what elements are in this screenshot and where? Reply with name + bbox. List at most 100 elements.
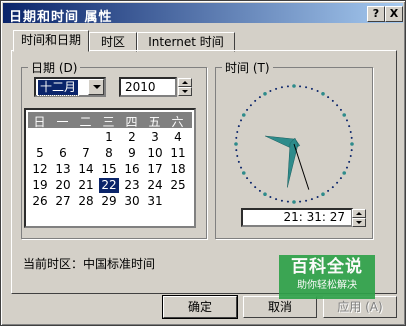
chevron-down-icon[interactable]	[88, 79, 104, 95]
calendar-day[interactable]: 8	[99, 146, 119, 161]
calendar-day[interactable]: 25	[168, 178, 188, 193]
date-time-dialog: 日期和时间 属性 ? X 时间和日期 时区 Internet 时间 日期 (D)…	[0, 0, 406, 326]
minute-mark	[339, 108, 342, 111]
minute-mark	[305, 199, 308, 202]
calendar: 日 一 二 三 四 五 六 1 2 3 4 5 6 7 8 9 10 11 12 13 14 15 16 17 1…	[24, 108, 196, 228]
calendar-day[interactable]: 2	[122, 130, 142, 145]
calendar-day[interactable]: 15	[99, 162, 119, 177]
calendar-day[interactable]: 24	[145, 178, 165, 193]
tab-timezone[interactable]: 时区	[89, 32, 137, 52]
weekday-label: 一	[56, 115, 69, 129]
minute-mark	[275, 198, 278, 201]
minute-mark	[254, 186, 257, 189]
year-spinner[interactable]	[178, 78, 192, 96]
tab-date-time[interactable]: 时间和日期	[13, 30, 89, 52]
cancel-button[interactable]: 取消	[243, 296, 317, 318]
minute-mark	[235, 136, 238, 139]
minute-mark	[275, 87, 278, 90]
minute-mark	[348, 125, 351, 128]
spin-down-icon[interactable]	[178, 87, 192, 96]
weekday-label: 二	[79, 115, 92, 129]
hour-mark	[292, 84, 296, 88]
year-field[interactable]: 2010	[119, 77, 177, 97]
month-select[interactable]: 十二月	[34, 77, 106, 97]
calendar-day[interactable]: 1	[99, 130, 119, 145]
minute-mark	[240, 119, 243, 122]
spin-up-icon[interactable]	[352, 209, 366, 218]
minute-mark	[258, 96, 261, 99]
spin-down-icon[interactable]	[352, 218, 366, 227]
hour-mark	[321, 91, 325, 96]
minute-mark	[331, 186, 334, 189]
minute-mark	[350, 149, 353, 152]
calendar-day[interactable]: 6	[53, 146, 73, 161]
apply-button[interactable]: 应用 (A)	[323, 296, 397, 318]
second-hand	[293, 143, 310, 190]
minute-mark	[286, 200, 289, 203]
minute-mark	[348, 160, 351, 163]
calendar-day[interactable]: 17	[145, 162, 165, 177]
calendar-day[interactable]: 5	[30, 146, 50, 161]
hour-mark	[292, 200, 296, 204]
calendar-day[interactable]: 14	[76, 162, 96, 177]
hour-mark	[241, 171, 246, 175]
calendar-day[interactable]: 7	[76, 146, 96, 161]
calendar-day[interactable]: 21	[76, 178, 96, 193]
calendar-day[interactable]: 26	[30, 194, 50, 209]
calendar-day[interactable]: 12	[30, 162, 50, 177]
minute-mark	[331, 99, 334, 102]
calendar-day[interactable]: 31	[145, 194, 165, 209]
analog-clock	[229, 79, 359, 209]
calendar-day[interactable]: 9	[122, 146, 142, 161]
minute-mark	[310, 198, 313, 201]
title-bar[interactable]: 日期和时间 属性 ? X	[3, 3, 403, 25]
minute-mark	[350, 136, 353, 139]
calendar-day-selected[interactable]: 22	[99, 178, 119, 193]
calendar-day[interactable]: 19	[30, 178, 50, 193]
calendar-day[interactable]: 28	[76, 194, 96, 209]
calendar-day[interactable]: 27	[53, 194, 73, 209]
minute-mark	[235, 149, 238, 152]
weekday-label: 三	[102, 115, 115, 129]
minute-mark	[269, 195, 272, 198]
calendar-day[interactable]: 29	[99, 194, 119, 209]
weekday-label: 五	[148, 115, 161, 129]
calendar-day[interactable]: 10	[145, 146, 165, 161]
minute-mark	[345, 166, 348, 169]
minute-mark	[310, 87, 313, 90]
calendar-day[interactable]: 3	[145, 130, 165, 145]
minute-mark	[254, 99, 257, 102]
help-button[interactable]: ?	[367, 6, 385, 22]
calendar-day[interactable]: 16	[122, 162, 142, 177]
calendar-day[interactable]: 11	[168, 146, 188, 161]
timezone-value: 中国标准时间	[83, 257, 156, 271]
calendar-day[interactable]: 20	[53, 178, 73, 193]
calendar-day[interactable]: 18	[168, 162, 188, 177]
minute-mark	[305, 86, 308, 89]
time-field[interactable]: 21: 31: 27	[241, 208, 353, 227]
minute-mark	[349, 155, 352, 158]
minute-mark	[299, 85, 302, 88]
time-spinner[interactable]	[352, 209, 366, 227]
hour-mark	[241, 113, 246, 117]
calendar-day[interactable]: 30	[122, 194, 142, 209]
minute-mark	[316, 195, 319, 198]
spin-up-icon[interactable]	[178, 78, 192, 87]
calendar-day[interactable]: 13	[53, 162, 73, 177]
hour-mark	[321, 192, 325, 197]
ok-button[interactable]: 确定	[162, 295, 238, 319]
minute-mark	[336, 104, 339, 107]
calendar-day[interactable]: 23	[122, 178, 142, 193]
close-button[interactable]: X	[385, 6, 403, 22]
minute-mark	[345, 119, 348, 122]
minute-mark	[237, 125, 240, 128]
calendar-day[interactable]: 4	[168, 130, 188, 145]
hour-mark	[350, 142, 354, 146]
minute-mark	[249, 104, 252, 107]
weekday-label: 四	[125, 115, 138, 129]
watermark-subtitle: 助你轻松解决	[297, 280, 357, 291]
timezone-label: 当前时区：	[23, 257, 84, 271]
watermark-title: 百科全说	[291, 257, 363, 277]
minute-mark	[336, 181, 339, 184]
tab-internet-time[interactable]: Internet 时间	[137, 32, 235, 52]
